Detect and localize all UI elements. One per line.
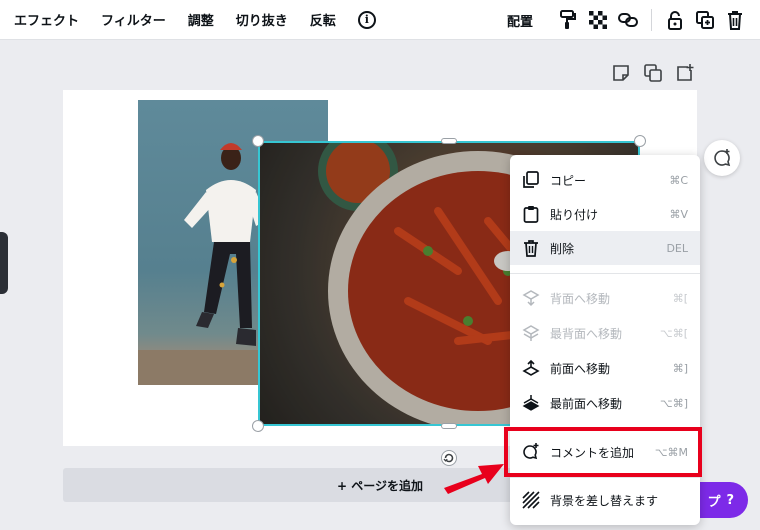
copy-icon [523, 171, 539, 188]
menu-item-bring-to-front[interactable]: 最前面へ移動 ⌥⌘] [510, 386, 700, 420]
toolbar-divider [651, 9, 652, 31]
clipboard-icon [523, 206, 539, 223]
side-panel-toggle[interactable] [0, 232, 8, 294]
add-comment-bubble[interactable] [704, 140, 740, 176]
menu-item-shortcut: ⌥⌘] [660, 396, 688, 410]
toolbar-left-group: エフェクト フィルター 調整 切り抜き 反転 i [14, 10, 376, 29]
add-page-icon[interactable] [676, 64, 694, 82]
menu-item-shortcut: ⌘V [669, 207, 688, 221]
menu-item-label: 貼り付け [550, 207, 599, 222]
menu-item-label: 最背面へ移動 [550, 326, 623, 341]
lock-icon[interactable] [665, 10, 685, 30]
info-icon[interactable]: i [357, 10, 376, 29]
resize-handle-bottom[interactable] [441, 423, 457, 429]
help-label: プ [707, 494, 721, 510]
trash-icon [524, 240, 538, 257]
effects-button[interactable]: エフェクト [14, 10, 79, 29]
page-actions [612, 64, 708, 82]
menu-item-shortcut: ⌥⌘[ [660, 326, 688, 340]
resize-handle-top-right[interactable] [634, 135, 646, 147]
menu-item-label: 背面へ移動 [550, 291, 611, 306]
transparency-icon[interactable] [588, 10, 608, 30]
menu-item-label: 最前面へ移動 [550, 396, 623, 411]
toolbar-right-group: 配置 [507, 0, 750, 40]
paint-roller-icon[interactable] [558, 10, 578, 30]
crop-button[interactable]: 切り抜き [236, 10, 288, 29]
menu-item-shortcut: DEL [666, 241, 688, 255]
menu-item-send-to-back[interactable]: 最背面へ移動 ⌥⌘[ [510, 316, 700, 350]
menu-item-shortcut: ⌘[ [672, 291, 688, 305]
filter-button[interactable]: フィルター [101, 10, 166, 29]
annotation-arrow-icon [444, 464, 504, 494]
menu-divider [510, 477, 700, 478]
annotation-highlight-box [504, 427, 702, 477]
menu-divider [510, 273, 700, 274]
menu-item-shortcut: ⌘] [672, 361, 688, 375]
bring-forward-icon [522, 359, 540, 376]
adjust-button[interactable]: 調整 [188, 10, 214, 29]
comment-plus-icon [714, 149, 731, 167]
menu-item-send-backward[interactable]: 背面へ移動 ⌘[ [510, 281, 700, 315]
resize-handle-bottom-left[interactable] [252, 420, 264, 432]
trash-icon[interactable] [725, 10, 745, 30]
menu-item-label: 前面へ移動 [550, 361, 611, 376]
arrange-button[interactable]: 配置 [507, 11, 533, 30]
replace-background-icon [522, 491, 540, 509]
menu-item-label: コピー [550, 173, 587, 188]
flip-button[interactable]: 反転 [310, 10, 336, 29]
send-to-back-icon [522, 325, 540, 341]
menu-item-paste[interactable]: 貼り付け ⌘V [510, 197, 700, 231]
menu-item-replace-background[interactable]: 背景を差し替えます [510, 483, 700, 517]
note-icon[interactable] [612, 64, 630, 82]
resize-handle-top-left[interactable] [252, 135, 264, 147]
menu-item-bring-forward[interactable]: 前面へ移動 ⌘] [510, 351, 700, 385]
send-backward-icon [522, 290, 540, 307]
resize-handle-top[interactable] [441, 138, 457, 144]
bring-to-front-icon [522, 395, 540, 411]
menu-item-label: 削除 [550, 241, 575, 256]
link-icon[interactable] [618, 10, 638, 30]
menu-item-copy[interactable]: コピー ⌘C [510, 163, 700, 197]
duplicate-icon[interactable] [695, 10, 715, 30]
menu-item-delete[interactable]: 削除 DEL [510, 231, 700, 265]
help-question-icon: ? [726, 492, 734, 508]
menu-item-shortcut: ⌘C [669, 173, 688, 187]
menu-item-label: 背景を差し替えます [550, 493, 659, 508]
copy-page-icon[interactable] [644, 64, 662, 82]
editor-toolbar: エフェクト フィルター 調整 切り抜き 反転 i 配置 [0, 0, 760, 40]
